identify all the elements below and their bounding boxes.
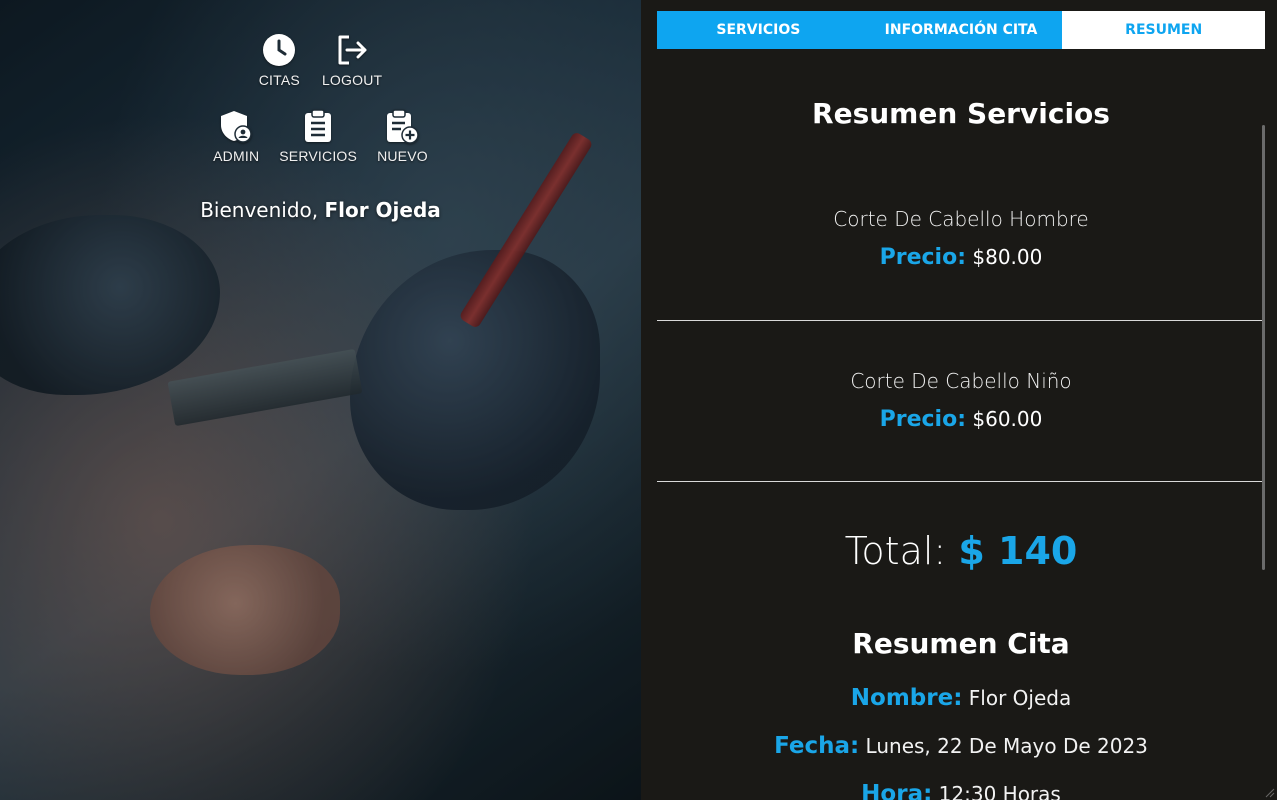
cita-hora-value: 12:30 Horas [938, 782, 1061, 800]
nav-citas-label: CITAS [258, 72, 300, 88]
welcome-prefix: Bienvenido, [200, 198, 319, 222]
welcome-user-name: Flor Ojeda [324, 198, 441, 222]
clock-icon [261, 32, 297, 68]
nav-logout[interactable]: LOGOUT [322, 32, 382, 88]
service-price: Precio: $80.00 [657, 245, 1265, 270]
service-price-value: $60.00 [972, 407, 1043, 431]
cita-hora-label: Hora: [861, 781, 933, 800]
summary-panel: SERVICIOS INFORMACIÓN CITA RESUMEN Resum… [641, 0, 1277, 800]
app-page: CITAS LOGOUT ADMIN SERVICIOS NUEVO Bienv… [0, 0, 1277, 800]
nav-nuevo-label: NUEVO [377, 148, 428, 164]
resize-grip-icon[interactable] [1265, 788, 1275, 798]
step-tabs: SERVICIOS INFORMACIÓN CITA RESUMEN [657, 11, 1266, 49]
cita-fecha-value: Lunes, 22 De Mayo De 2023 [865, 734, 1148, 758]
nav-logout-label: LOGOUT [321, 72, 383, 88]
service-divider [657, 320, 1265, 321]
cita-nombre-label: Nombre: [850, 685, 963, 711]
resumen-cita-title: Resumen Cita [852, 627, 1070, 660]
cita-hora: Hora: 12:30 Horas [657, 781, 1265, 800]
service-item: Corte De Cabello Hombre Precio: $80.00 [657, 207, 1265, 270]
service-price: Precio: $60.00 [657, 407, 1265, 432]
service-name: Corte De Cabello Hombre [833, 207, 1089, 231]
hero-panel: CITAS LOGOUT ADMIN SERVICIOS NUEVO Bienv… [0, 0, 641, 800]
clipboard-add-icon [384, 108, 420, 144]
nav-nuevo[interactable]: NUEVO [377, 108, 428, 164]
welcome-message: Bienvenido, Flor Ojeda [0, 198, 641, 222]
cita-nombre-value: Flor Ojeda [968, 686, 1072, 710]
service-price-label: Precio: [879, 407, 967, 432]
summary-content: Resumen Servicios Corte De Cabello Hombr… [657, 49, 1265, 800]
nav-citas[interactable]: CITAS [259, 32, 300, 88]
service-price-value: $80.00 [972, 245, 1043, 269]
cita-fecha-label: Fecha: [774, 733, 860, 759]
total-label: Total: [844, 529, 947, 573]
service-name: Corte De Cabello Niño [850, 369, 1072, 393]
vertical-scrollbar[interactable] [1262, 125, 1265, 570]
nav-servicios-label: SERVICIOS [279, 148, 358, 164]
logout-icon [334, 32, 370, 68]
service-item: Corte De Cabello Niño Precio: $60.00 [657, 369, 1265, 432]
total-value: $ 140 [958, 529, 1078, 573]
nav-servicios[interactable]: SERVICIOS [279, 108, 357, 164]
service-price-label: Precio: [879, 245, 967, 270]
nav-admin-label: ADMIN [213, 148, 260, 164]
tab-servicios[interactable]: SERVICIOS [657, 11, 860, 49]
cita-fecha: Fecha: Lunes, 22 De Mayo De 2023 [657, 733, 1265, 759]
total-amount: Total: $ 140 [657, 529, 1265, 573]
tab-informacion-cita[interactable]: INFORMACIÓN CITA [859, 11, 1063, 49]
top-nav-row-2: ADMIN SERVICIOS NUEVO [0, 108, 641, 164]
clipboard-list-icon [300, 108, 336, 144]
shield-user-icon [218, 108, 254, 144]
cita-nombre: Nombre: Flor Ojeda [657, 685, 1265, 711]
tab-resumen[interactable]: RESUMEN [1062, 11, 1266, 49]
resumen-servicios-title: Resumen Servicios [812, 97, 1110, 130]
service-divider [657, 481, 1265, 482]
nav-admin[interactable]: ADMIN [213, 108, 259, 164]
top-nav-row-1: CITAS LOGOUT [0, 32, 641, 88]
